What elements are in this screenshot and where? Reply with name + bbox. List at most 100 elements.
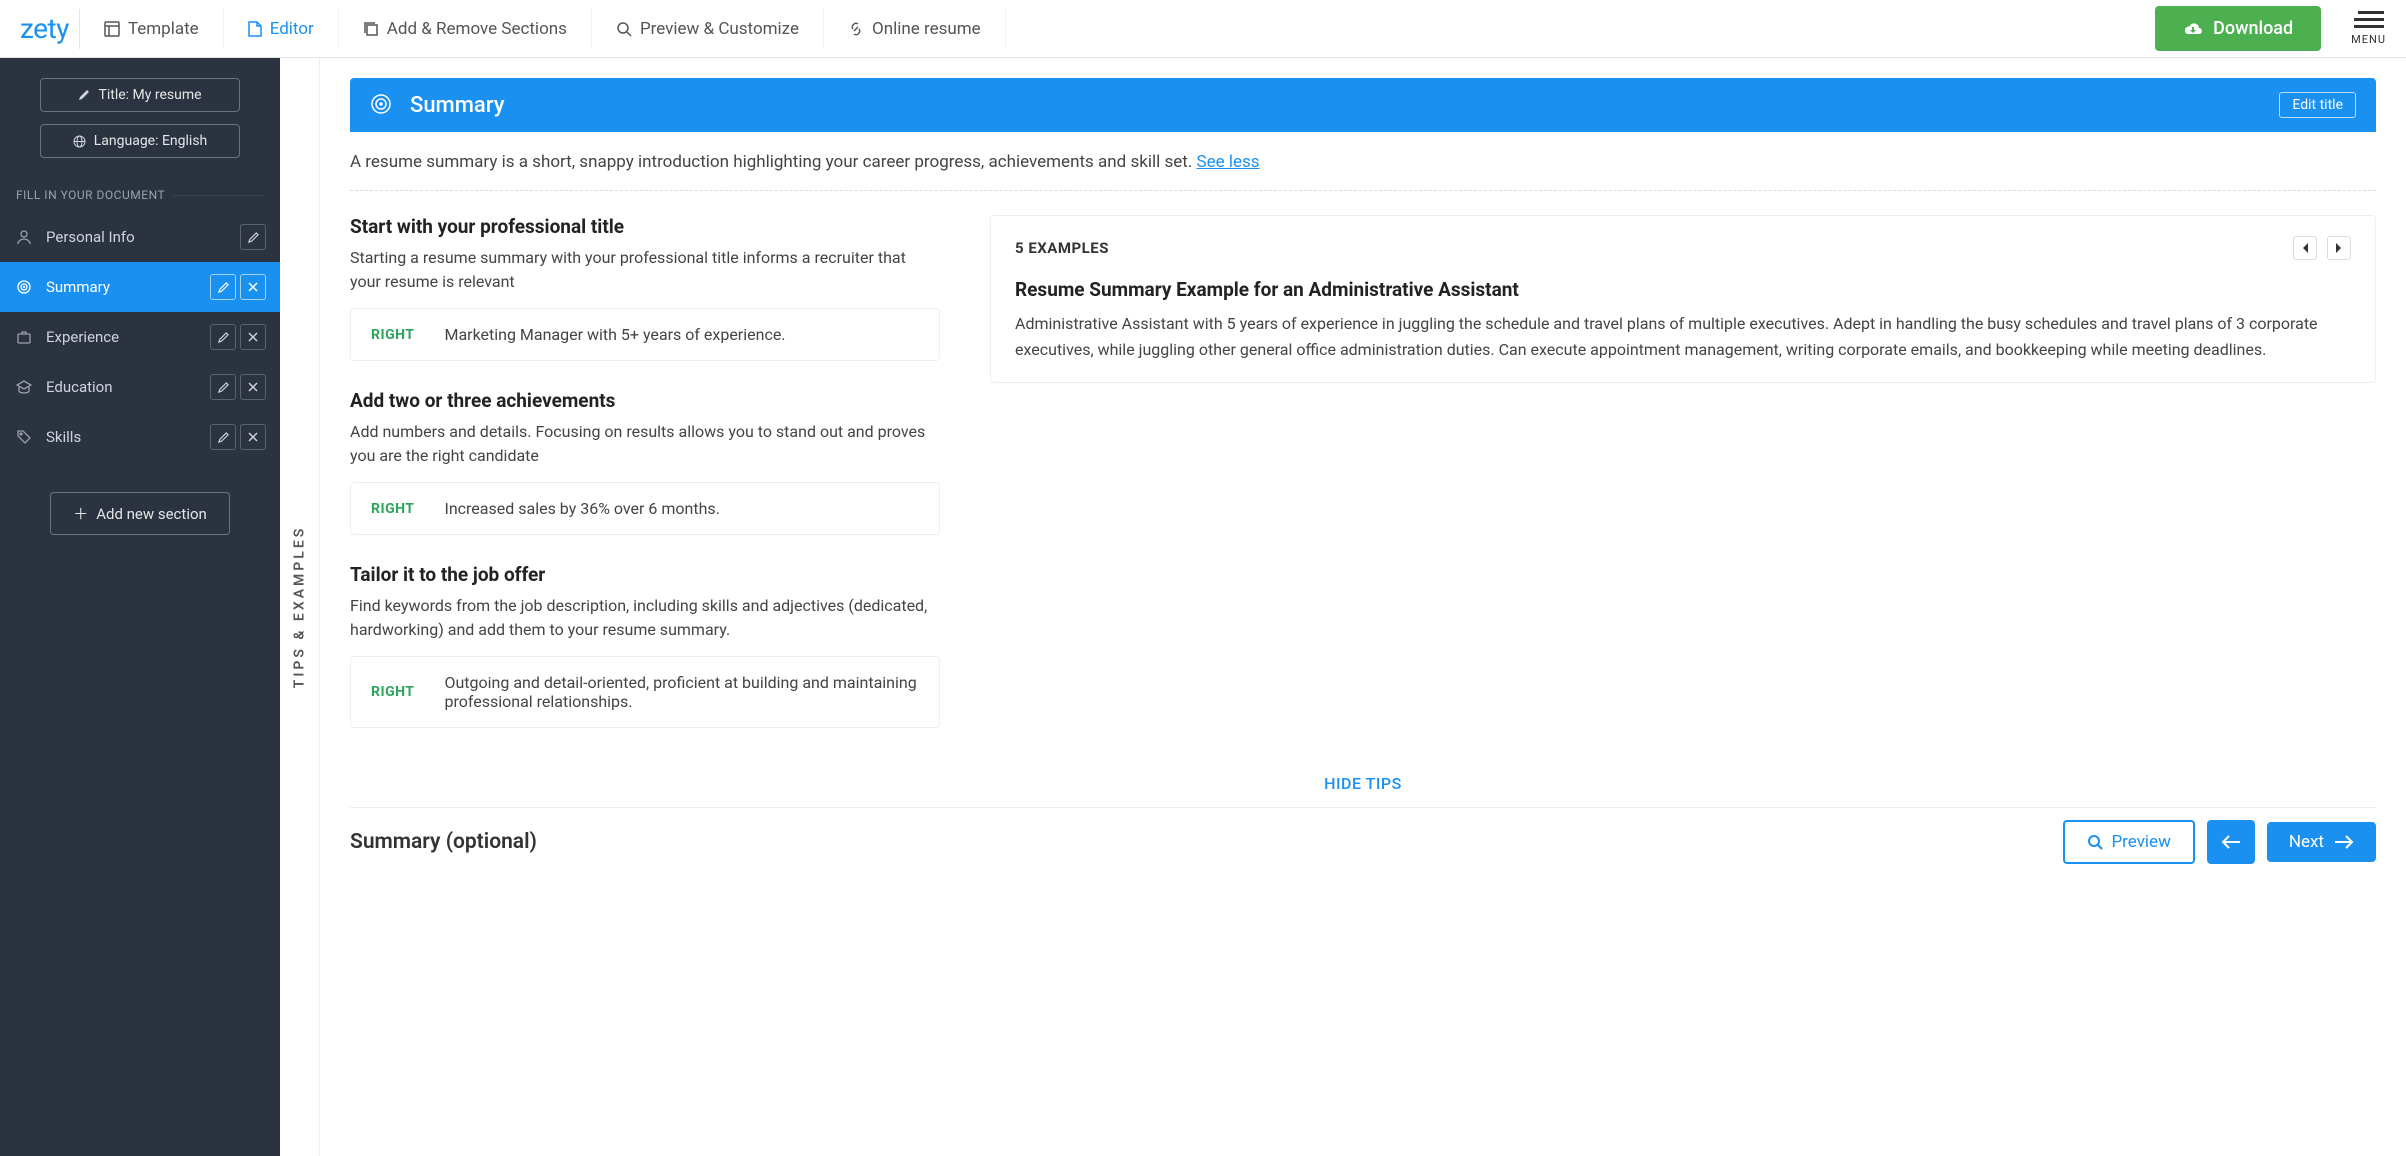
document-icon: [248, 21, 262, 37]
nav-label: Template: [128, 19, 199, 39]
next-example-button[interactable]: [2327, 236, 2351, 260]
example-body: Administrative Assistant with 5 years of…: [1015, 311, 2351, 362]
title-button[interactable]: Title: My resume: [40, 78, 240, 112]
menu-button[interactable]: MENU: [2341, 11, 2396, 46]
tag-icon: [14, 427, 34, 447]
intro-text: A resume summary is a short, snappy intr…: [350, 152, 1192, 172]
back-button[interactable]: [2207, 820, 2255, 864]
nav-label: Online resume: [872, 19, 981, 39]
tip-heading: Add two or three achievements: [350, 389, 940, 412]
example-title: Resume Summary Example for an Administra…: [1015, 278, 2351, 301]
language-button[interactable]: Language: English: [40, 124, 240, 158]
delete-icon-button[interactable]: [240, 274, 266, 300]
nav-preview-customize[interactable]: Preview & Customize: [592, 9, 824, 49]
right-tag: RIGHT: [371, 327, 414, 343]
nav-editor[interactable]: Editor: [224, 9, 339, 49]
arrow-right-icon: [2334, 835, 2354, 849]
edit-icon-button[interactable]: [240, 224, 266, 250]
example-box: RIGHT Increased sales by 36% over 6 mont…: [350, 482, 940, 535]
sidebar-item-personal-info[interactable]: Personal Info: [0, 212, 280, 262]
nav-online-resume[interactable]: Online resume: [824, 9, 1006, 49]
delete-icon-button[interactable]: [240, 324, 266, 350]
language-label: Language: English: [94, 133, 208, 149]
edit-icon-button[interactable]: [210, 374, 236, 400]
menu-label: MENU: [2351, 33, 2386, 46]
nav-add-remove-sections[interactable]: Add & Remove Sections: [339, 9, 592, 49]
edit-title-button[interactable]: Edit title: [2279, 92, 2356, 118]
top-bar: zety Template Editor Add & Remove Sectio…: [0, 0, 2406, 58]
examples-panel: 5 EXAMPLES Resume Summary Example for an…: [990, 215, 2376, 383]
tip-block: Start with your professional title Start…: [350, 215, 940, 361]
title-label: Title: My resume: [98, 87, 201, 103]
tip-body: Add numbers and details. Focusing on res…: [350, 420, 940, 468]
target-icon: [14, 277, 34, 297]
section-title: Summary: [410, 93, 2263, 118]
example-box: RIGHT Outgoing and detail-oriented, prof…: [350, 656, 940, 728]
sidebar-item-label: Education: [46, 378, 113, 396]
pencil-icon: [78, 89, 90, 101]
tips-column: Start with your professional title Start…: [350, 215, 940, 756]
sidebar-item-skills[interactable]: Skills: [0, 412, 280, 462]
search-icon: [2087, 834, 2103, 850]
tips-rail-label: TIPS & EXAMPLES: [292, 526, 308, 689]
example-box: RIGHT Marketing Manager with 5+ years of…: [350, 308, 940, 361]
fill-label: FILL IN YOUR DOCUMENT: [0, 170, 280, 212]
tip-body: Find keywords from the job description, …: [350, 594, 940, 642]
download-button[interactable]: Download: [2155, 6, 2321, 51]
sidebar-item-label: Personal Info: [46, 228, 135, 246]
tip-block: Tailor it to the job offer Find keywords…: [350, 563, 940, 728]
delete-icon-button[interactable]: [240, 424, 266, 450]
brand-logo: zety: [10, 9, 80, 49]
edit-icon-button[interactable]: [210, 324, 236, 350]
footer-row: Summary (optional) Preview Next: [350, 807, 2376, 876]
sidebar-item-summary[interactable]: Summary: [0, 262, 280, 312]
intro-row: A resume summary is a short, snappy intr…: [350, 132, 2376, 191]
add-section-button[interactable]: ＋ Add new section: [50, 492, 230, 535]
edit-icon-button[interactable]: [210, 424, 236, 450]
link-icon: [848, 21, 864, 37]
right-tag: RIGHT: [371, 501, 414, 517]
copy-icon: [363, 21, 379, 37]
example-text: Marketing Manager with 5+ years of exper…: [444, 325, 785, 344]
nav-template[interactable]: Template: [80, 9, 224, 49]
tip-heading: Tailor it to the job offer: [350, 563, 940, 586]
template-icon: [104, 21, 120, 37]
cloud-download-icon: [2183, 21, 2203, 37]
nav-label: Preview & Customize: [640, 19, 799, 39]
search-icon: [616, 21, 632, 37]
example-text: Increased sales by 36% over 6 months.: [444, 499, 719, 518]
sidebar-item-experience[interactable]: Experience: [0, 312, 280, 362]
see-less-link[interactable]: See less: [1197, 152, 1260, 172]
section-header: Summary Edit title: [350, 78, 2376, 132]
plus-icon: ＋: [73, 503, 88, 524]
arrow-left-icon: [2221, 835, 2241, 849]
examples-column: 5 EXAMPLES Resume Summary Example for an…: [990, 215, 2376, 756]
tip-heading: Start with your professional title: [350, 215, 940, 238]
nav-label: Editor: [270, 19, 314, 39]
examples-count: 5 EXAMPLES: [1015, 239, 2293, 257]
preview-label: Preview: [2111, 832, 2170, 852]
download-label: Download: [2213, 18, 2293, 39]
summary-optional-label: Summary (optional): [350, 830, 2063, 854]
hamburger-icon: [2354, 11, 2384, 28]
edit-icon-button[interactable]: [210, 274, 236, 300]
sidebar: Title: My resume Language: English FILL …: [0, 58, 280, 1156]
sidebar-item-education[interactable]: Education: [0, 362, 280, 412]
add-section-label: Add new section: [96, 505, 207, 523]
globe-icon: [73, 135, 86, 148]
tips-rail[interactable]: TIPS & EXAMPLES: [280, 58, 320, 1156]
briefcase-icon: [14, 327, 34, 347]
person-icon: [14, 227, 34, 247]
prev-example-button[interactable]: [2293, 236, 2317, 260]
main-panel: Summary Edit title A resume summary is a…: [320, 58, 2406, 1156]
nav-label: Add & Remove Sections: [387, 19, 567, 39]
example-text: Outgoing and detail-oriented, proficient…: [444, 673, 919, 711]
delete-icon-button[interactable]: [240, 374, 266, 400]
graduation-icon: [14, 377, 34, 397]
sidebar-item-label: Experience: [46, 328, 119, 346]
next-label: Next: [2289, 832, 2324, 852]
next-button[interactable]: Next: [2267, 822, 2376, 862]
hide-tips-button[interactable]: HIDE TIPS: [350, 756, 2376, 807]
preview-button[interactable]: Preview: [2063, 820, 2194, 864]
sidebar-item-label: Skills: [46, 428, 81, 446]
